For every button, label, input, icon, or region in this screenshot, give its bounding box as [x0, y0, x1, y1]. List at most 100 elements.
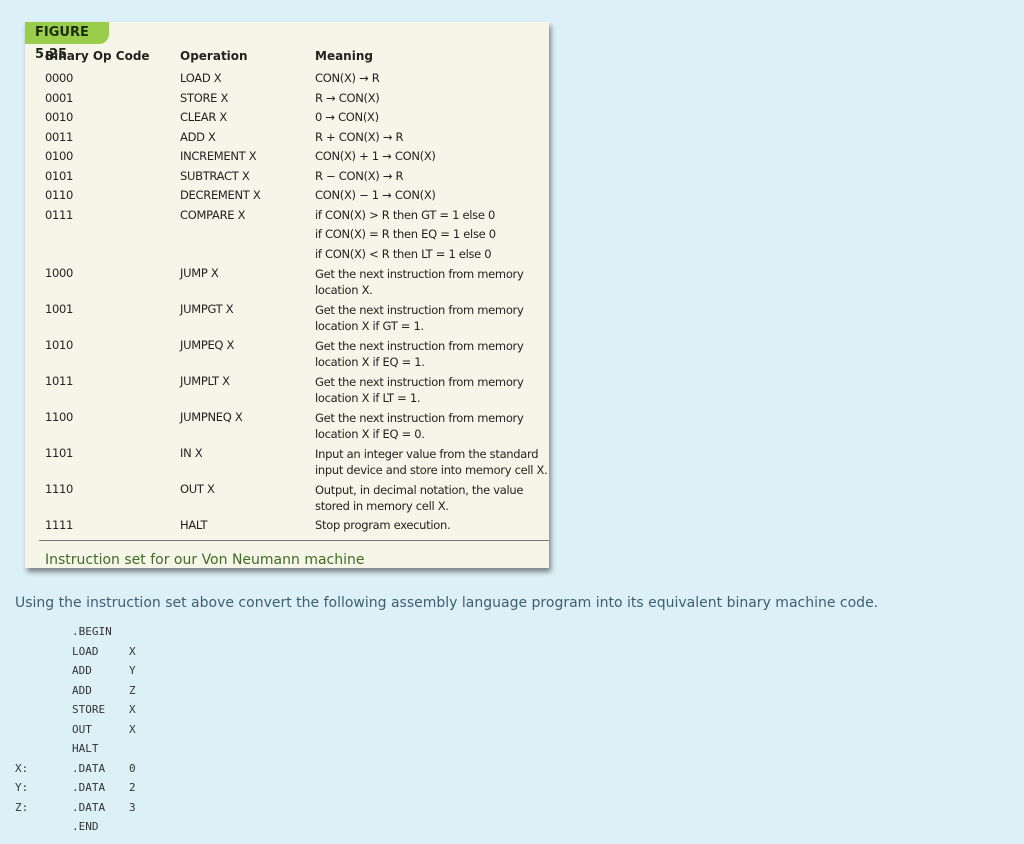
meaning-line: if CON(X) < R then LT = 1 else 0	[315, 246, 492, 261]
code-arg: X	[129, 722, 136, 736]
operation: ADD X	[180, 129, 216, 144]
code-label: X:	[15, 761, 29, 775]
operation: IN X	[180, 446, 203, 460]
table-row: 1001 JUMPGT X Get the next instruction fro…	[45, 300, 545, 336]
table-row: 0011 ADD X R + CON(X) → R	[45, 128, 545, 148]
meaning-line: 0 → CON(X)	[315, 110, 379, 124]
operation: STORE X	[180, 90, 229, 105]
code-op: ADD	[72, 683, 92, 697]
meaning: Get the next instruction from memory loca…	[315, 300, 549, 334]
code-op: .DATA	[72, 800, 106, 814]
meaning-line: CON(X) → R	[315, 71, 380, 85]
code-arg: 0	[129, 761, 136, 775]
code-arg: 3	[129, 800, 136, 814]
meaning-line: location X if EQ = 0.	[315, 427, 425, 441]
table-row: 0100 INCREMENT X CON(X) + 1 → CON(X)	[45, 147, 545, 167]
code-op: .END	[72, 820, 99, 833]
figure-label: FIGURE 5.25	[25, 22, 109, 62]
table-row: 0001 STORE X R → CON(X)	[45, 89, 545, 109]
header-binary-op-code: Binary Op Code	[45, 49, 150, 63]
operation: COMPARE X	[180, 207, 246, 222]
meaning: Get the next instruction from memory loca…	[315, 372, 549, 406]
header-meaning: Meaning	[315, 49, 373, 63]
op-code: 1100	[45, 410, 74, 424]
meaning: CON(X) + 1 → CON(X)	[315, 147, 549, 167]
meaning-line: location X if EQ = 1.	[315, 355, 425, 369]
meaning: Get the next instruction from memory loca…	[315, 408, 549, 442]
meaning: 0 → CON(X)	[315, 108, 549, 128]
code-op: LOAD	[72, 644, 99, 658]
meaning-line: Get the next instruction from memory	[315, 411, 524, 425]
table-row: 0110 DECREMENT X CON(X) − 1 → CON(X)	[45, 186, 545, 206]
meaning: R → CON(X)	[315, 89, 549, 109]
table-row: 1111 HALT Stop program execution.	[45, 516, 545, 536]
op-code: 1001	[45, 302, 74, 316]
meaning: if CON(X) > R then GT = 1 else 0 if CON(X…	[315, 206, 549, 265]
figure-caption: Instruction set for our Von Neumann mach…	[45, 552, 365, 568]
operation: JUMPEQ X	[180, 338, 235, 352]
op-code: 1011	[45, 374, 74, 388]
operation: OUT X	[180, 482, 215, 496]
operation: DECREMENT X	[180, 188, 261, 202]
operation: JUMPLT X	[180, 374, 230, 388]
meaning: CON(X) → R	[315, 69, 549, 89]
meaning-line: if CON(X) > R then GT = 1 else 0	[315, 207, 495, 222]
meaning-line: CON(X) − 1 → CON(X)	[315, 188, 436, 202]
op-code: 0000	[45, 71, 74, 85]
operation: CLEAR X	[180, 110, 227, 124]
header-operation: Operation	[180, 49, 248, 63]
table-row: 0010 CLEAR X 0 → CON(X)	[45, 108, 545, 128]
op-code: 0111	[45, 207, 74, 222]
meaning: Get the next instruction from memory loca…	[315, 264, 549, 298]
meaning-line: Get the next instruction from memory	[315, 303, 524, 317]
instruction-table: 0000 LOAD X CON(X) → R 0001 STORE X R → CON(X…	[45, 69, 548, 536]
code-arg: X	[129, 703, 136, 716]
op-code: 1010	[45, 338, 74, 352]
meaning-line: location X if LT = 1.	[315, 391, 421, 405]
operation: INCREMENT X	[180, 149, 257, 163]
meaning-line: R + CON(X) → R	[315, 129, 404, 144]
op-code: 0110	[45, 188, 74, 202]
code-op: .BEGIN	[72, 625, 112, 638]
table-row: 1000 JUMP X Get the next instruction from …	[45, 264, 545, 300]
code-arg: Z	[129, 683, 136, 697]
meaning-line: location X if GT = 1.	[315, 319, 424, 333]
op-code: 0100	[45, 149, 74, 163]
meaning-line: Get the next instruction from memory	[315, 375, 524, 389]
meaning-line: if CON(X) = R then EQ = 1 else 0	[315, 227, 496, 241]
op-code: 0101	[45, 168, 74, 183]
code-op: HALT	[72, 742, 99, 755]
op-code: 1111	[45, 518, 74, 532]
op-code: 1110	[45, 482, 74, 496]
meaning-line: R → CON(X)	[315, 90, 380, 105]
divider	[39, 540, 549, 541]
table-row: 1101 IN X Input an integer value from the …	[45, 444, 548, 480]
table-row: 1011 JUMPLT X Get the next instruction fro…	[45, 372, 545, 408]
meaning-line: Get the next instruction from memory	[315, 267, 524, 281]
meaning: Output, in decimal notation, the value st…	[315, 480, 549, 514]
code-op: OUT	[72, 722, 92, 736]
figure-5-25: FIGURE 5.25 Binary Op Code Operation Mea…	[25, 22, 549, 568]
meaning: R − CON(X) → R	[315, 167, 549, 187]
code-label: Y:	[15, 781, 29, 794]
meaning-line: input device and store into memory cell …	[315, 463, 548, 477]
code-arg: 2	[129, 781, 136, 794]
code-arg: Y	[129, 664, 136, 677]
question-text: Using the instruction set above convert …	[15, 595, 879, 611]
meaning-line: CON(X) + 1 → CON(X)	[315, 149, 436, 163]
meaning: R + CON(X) → R	[315, 128, 549, 148]
code-op: .DATA	[72, 781, 106, 794]
table-row: 1100 JUMPNEQ X Get the next instruction fr…	[45, 408, 545, 444]
code-arg: X	[129, 644, 136, 658]
table-row: 0000 LOAD X CON(X) → R	[45, 69, 545, 89]
table-row: 1110 OUT X Output, in decimal notation, th…	[45, 480, 545, 516]
meaning-line: stored in memory cell X.	[315, 499, 449, 513]
table-row: 0111 COMPARE X if CON(X) > R then GT = 1 e…	[45, 206, 545, 265]
meaning: CON(X) − 1 → CON(X)	[315, 186, 549, 206]
meaning-line: Stop program execution.	[315, 518, 451, 532]
operation: JUMPNEQ X	[180, 410, 243, 424]
operation: SUBTRACT X	[180, 168, 250, 183]
op-code: 1000	[45, 266, 74, 280]
operation: JUMP X	[180, 266, 219, 280]
meaning-line: R − CON(X) → R	[315, 168, 404, 183]
